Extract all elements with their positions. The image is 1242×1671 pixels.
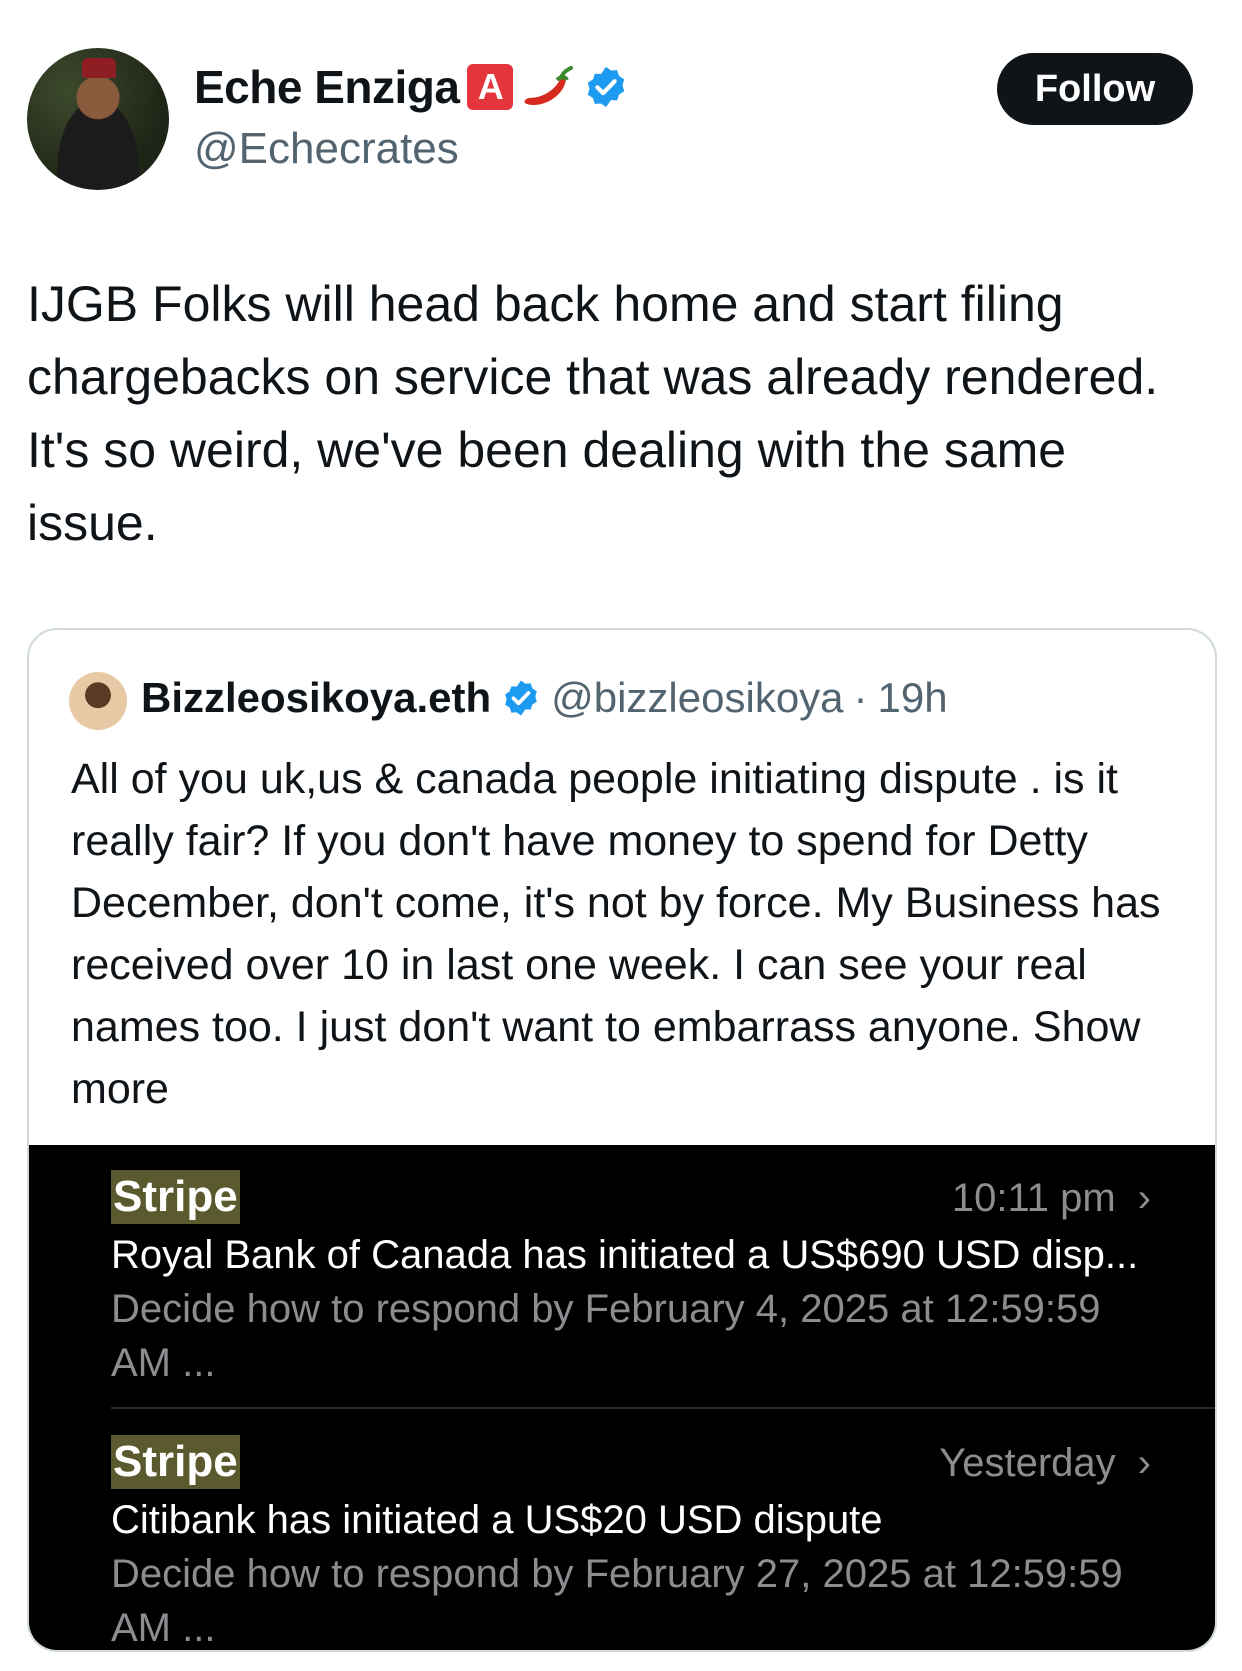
follow-button[interactable]: Follow xyxy=(997,53,1193,125)
verified-badge-icon xyxy=(588,66,625,108)
author-avatar[interactable] xyxy=(27,48,169,190)
author-name[interactable]: Eche Enziga xyxy=(194,60,460,114)
chevron-right-icon: › xyxy=(1137,1176,1151,1220)
author-name-row[interactable]: Eche Enziga A xyxy=(194,60,629,114)
notification-title: Citibank has initiated a US$20 USD dispu… xyxy=(111,1498,883,1542)
notification-item: Stripe 10:11 pm › Royal Bank of Canada h… xyxy=(111,1170,1191,1390)
chevron-right-icon: › xyxy=(1137,1441,1151,1485)
notification-time: Yesterday › xyxy=(939,1441,1151,1486)
notification-time-text: Yesterday xyxy=(939,1441,1116,1485)
notification-divider xyxy=(111,1407,1215,1409)
quoted-author-avatar[interactable] xyxy=(69,672,127,730)
notification-sender: Stripe xyxy=(111,1435,240,1489)
quoted-tweet-body: All of you uk,us & canada people initiat… xyxy=(71,755,1161,1051)
notification-time: 10:11 pm › xyxy=(952,1176,1151,1221)
author-handle[interactable]: @Echecrates xyxy=(194,124,459,174)
quoted-tweet-text: All of you uk,us & canada people initiat… xyxy=(71,748,1191,1120)
notification-sender: Stripe xyxy=(111,1170,240,1224)
quoted-author-name[interactable]: Bizzleosikoya.eth xyxy=(141,674,491,722)
a-button-icon: A xyxy=(467,64,514,110)
quoted-tweet-time[interactable]: 19h xyxy=(878,674,948,722)
quoted-tweet-card[interactable]: Bizzleosikoya.eth @bizzleosikoya · 19h A… xyxy=(27,628,1217,1652)
quoted-tweet-header: Bizzleosikoya.eth @bizzleosikoya · 19h xyxy=(141,674,948,722)
notification-item: Stripe Yesterday › Citibank has initiate… xyxy=(111,1435,1191,1650)
notification-time-text: 10:11 pm xyxy=(951,1176,1116,1220)
notification-body: Decide how to respond by February 27, 20… xyxy=(111,1552,1123,1650)
quoted-author-handle[interactable]: @bizzleosikoya xyxy=(551,674,843,722)
verified-badge-icon xyxy=(505,680,537,716)
chili-pepper-icon xyxy=(525,66,574,106)
separator-dot: · xyxy=(853,674,868,721)
attached-screenshot[interactable]: Stripe 10:11 pm › Royal Bank of Canada h… xyxy=(29,1145,1215,1650)
notification-body: Decide how to respond by February 4, 202… xyxy=(111,1287,1101,1385)
tweet-text: IJGB Folks will head back home and start… xyxy=(27,276,1159,551)
notification-title: Royal Bank of Canada has initiated a US$… xyxy=(111,1233,1139,1277)
